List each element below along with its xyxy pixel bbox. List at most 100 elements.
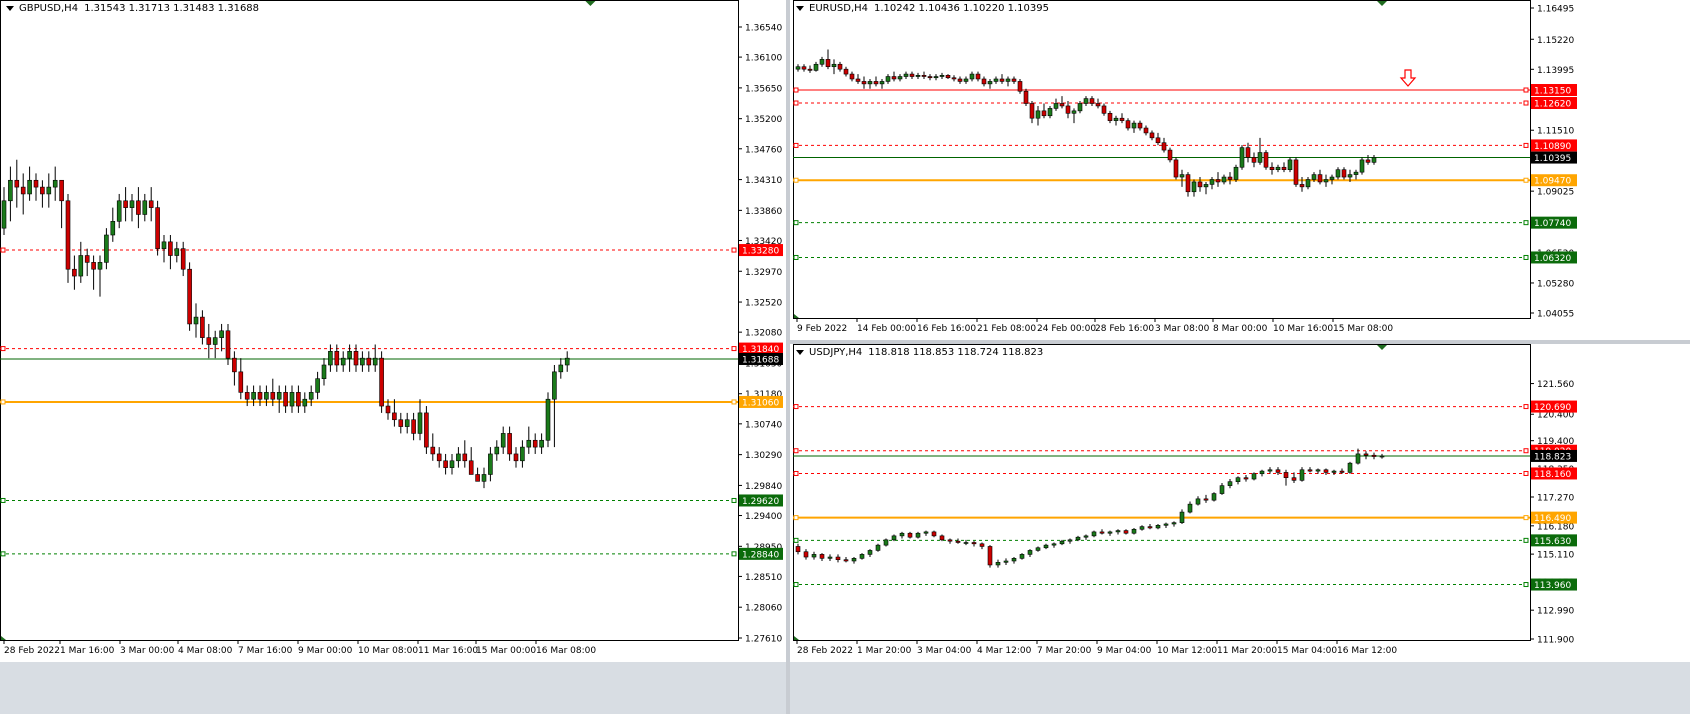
candle-body: [360, 357, 365, 366]
y-axis-tick-label: 1.28060: [745, 604, 782, 614]
chart-ohlc: 1.31543 1.31713 1.31483 1.31688: [84, 3, 260, 14]
candle-body: [14, 179, 20, 188]
y-axis-tick-label: 111.900: [1537, 636, 1574, 646]
candle-body: [1197, 181, 1203, 188]
candle-body: [564, 357, 570, 366]
candle-body: [1291, 477, 1297, 481]
gbpusd-chart-window[interactable]: 1.36540 1.36100 1.35650 1.35200 1.34760 1.343…: [0, 0, 786, 662]
candle-body: [1059, 103, 1065, 107]
x-axis-tick-label: 8 Mar 00:00: [1213, 324, 1268, 334]
plot-frame: [793, 0, 1531, 319]
candle-body: [462, 453, 468, 462]
candle-body: [1227, 176, 1233, 180]
level-anchor-handle: [0, 497, 6, 503]
candle-body: [1029, 103, 1035, 119]
chart-menu-triangle-icon[interactable]: [796, 5, 804, 11]
candle-body: [899, 532, 905, 537]
candle-body: [411, 419, 416, 434]
candle-body: [1091, 531, 1097, 537]
scroll-marker-icon: [794, 636, 799, 640]
candle-body: [1355, 453, 1361, 464]
candle-body: [424, 412, 429, 448]
candle-body: [46, 186, 52, 195]
candle-body: [513, 453, 519, 462]
candle-body: [398, 419, 404, 427]
x-axis-tick-label: 28 Feb 2022: [4, 646, 60, 656]
candle-body: [1113, 117, 1119, 121]
candle-body: [987, 546, 993, 566]
candle-body: [65, 200, 71, 270]
candle-body: [155, 207, 160, 249]
candle-body: [1365, 159, 1371, 163]
candle-body: [1143, 127, 1149, 134]
candle-body: [1035, 547, 1041, 551]
gbpusd-chart-canvas[interactable]: 1.36540 1.36100 1.35650 1.35200 1.34760 1.343…: [0, 0, 786, 662]
candle-body: [963, 542, 969, 544]
candle-body: [1307, 469, 1313, 472]
level-anchor-handle: [793, 100, 799, 106]
candle-body: [353, 351, 359, 366]
y-axis-tick-label: 1.32520: [745, 299, 782, 309]
candle-body: [945, 75, 951, 79]
price-label: 118.823: [1534, 452, 1571, 462]
y-axis-tick-label: 112.990: [1537, 607, 1574, 617]
candle-body: [270, 392, 276, 400]
candle-body: [1101, 105, 1107, 114]
chart-menu-triangle-icon[interactable]: [796, 349, 804, 355]
candle-body: [1379, 455, 1385, 458]
candle-body: [825, 59, 831, 68]
level-anchor-handle: [1523, 515, 1529, 521]
candle-body: [835, 556, 841, 560]
candle-body: [1219, 485, 1225, 494]
level-anchor-handle: [1523, 254, 1529, 260]
level-anchor-handle: [1523, 582, 1529, 588]
eurusd-chart-title: EURUSD,H4 1.10242 1.10436 1.10220 1.10395: [796, 3, 1049, 14]
y-axis-tick-label: 1.33860: [745, 207, 782, 217]
candle-body: [1139, 526, 1145, 530]
candle-body: [59, 179, 64, 202]
candle-body: [481, 474, 487, 482]
candle-body: [1019, 554, 1025, 559]
candle-body: [8, 179, 13, 202]
level-anchor-handle: [731, 399, 737, 405]
candle-body: [807, 68, 813, 71]
candle-body: [951, 77, 957, 80]
candle-body: [879, 81, 885, 85]
candle-body: [174, 248, 180, 256]
candle-body: [867, 81, 873, 85]
candle-body: [321, 364, 327, 379]
y-axis-tick-label: 1.30740: [745, 420, 782, 430]
candle-body: [1251, 473, 1257, 480]
candle-body: [552, 371, 557, 400]
usdjpy-chart-canvas[interactable]: 121.560120.400119.400118.350117.270116.1…: [790, 344, 1690, 662]
y-axis-tick-label: 1.11510: [1537, 127, 1574, 137]
price-label: 1.13150: [1534, 87, 1571, 97]
chart-ohlc: 1.10242 1.10436 1.10220 1.10395: [874, 3, 1049, 14]
candle-body: [315, 378, 320, 393]
level-anchor-handle: [731, 551, 737, 557]
eurusd-chart-window[interactable]: 1.164951.152201.139951.127201.115101.103…: [790, 0, 1690, 340]
x-axis-tick-label: 9 Mar 04:00: [1097, 646, 1152, 656]
x-axis-tick-label: 21 Feb 08:00: [977, 324, 1036, 334]
candle-body: [1011, 78, 1017, 82]
level-anchor-handle: [1523, 142, 1529, 148]
candle-body: [859, 554, 865, 559]
candle-body: [1269, 166, 1275, 170]
candle-body: [855, 78, 861, 82]
candle-body: [1187, 503, 1193, 513]
y-axis-tick-label: 1.29840: [745, 482, 782, 492]
eurusd-chart-canvas[interactable]: 1.164951.152201.139951.127201.115101.103…: [790, 0, 1690, 340]
candle-body: [1363, 453, 1369, 456]
x-axis-tick-label: 9 Mar 00:00: [298, 646, 353, 656]
candle-body: [1339, 470, 1345, 473]
chart-menu-triangle-icon[interactable]: [6, 5, 14, 11]
usdjpy-chart-window[interactable]: 121.560120.400119.400118.350117.270116.1…: [790, 344, 1690, 662]
candle-body: [33, 179, 39, 188]
candle-body: [1095, 103, 1101, 107]
candle-body: [915, 75, 921, 77]
y-axis-tick-label: 1.29400: [745, 512, 782, 522]
candle-body: [1259, 470, 1265, 475]
candle-body: [1235, 477, 1241, 482]
candle-body: [468, 460, 474, 475]
level-anchor-handle: [793, 404, 799, 410]
